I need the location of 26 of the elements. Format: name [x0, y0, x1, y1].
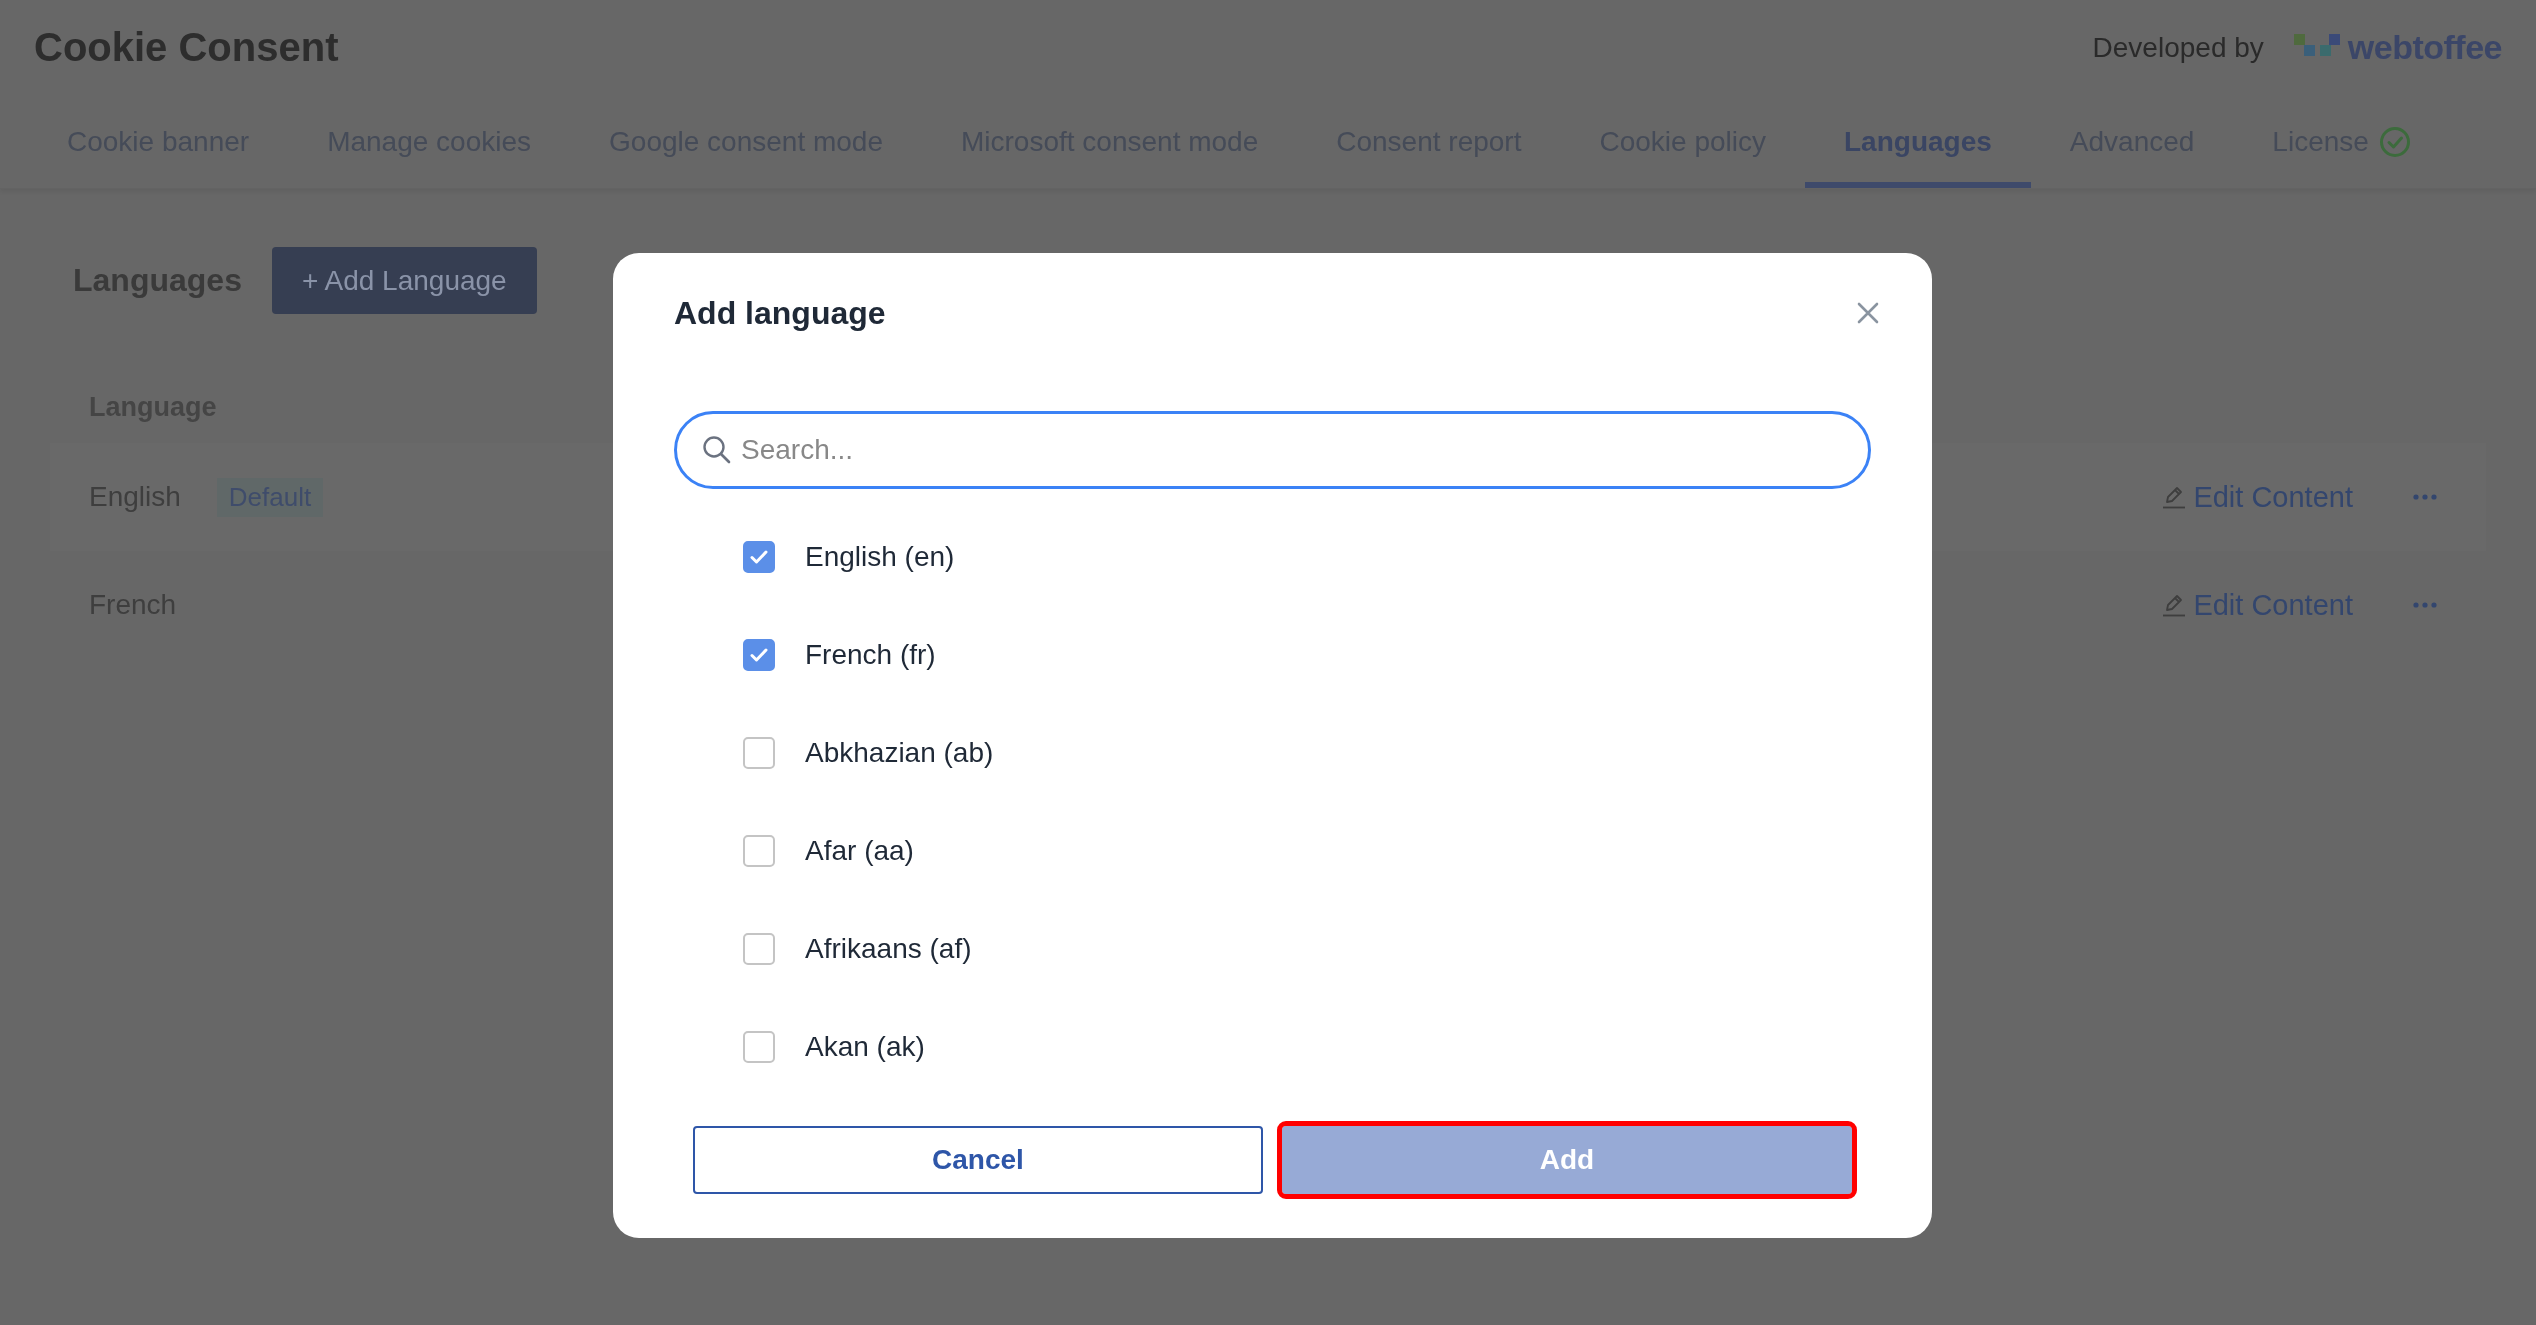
- checkbox[interactable]: [743, 1031, 775, 1063]
- app-title: Cookie Consent: [34, 25, 339, 70]
- dialog-title: Add language: [674, 294, 886, 332]
- cancel-button[interactable]: Cancel: [693, 1126, 1263, 1194]
- checkmark-icon: [749, 647, 769, 663]
- checkbox[interactable]: [743, 933, 775, 965]
- language-option-label: English (en): [805, 541, 955, 573]
- checkbox[interactable]: [743, 639, 775, 671]
- checkbox[interactable]: [743, 835, 775, 867]
- language-option-label: French (fr): [805, 639, 936, 671]
- checkbox[interactable]: [743, 737, 775, 769]
- more-options-icon[interactable]: [2413, 494, 2437, 500]
- close-icon[interactable]: [1857, 302, 1879, 324]
- pencil-icon: [2163, 593, 2186, 617]
- checkmark-icon: [749, 549, 769, 565]
- checkbox[interactable]: [743, 541, 775, 573]
- check-circle-icon: [2378, 125, 2411, 158]
- more-options-icon[interactable]: [2413, 602, 2437, 608]
- add-language-button[interactable]: + Add Language: [271, 247, 537, 314]
- language-option-label: Afrikaans (af): [805, 933, 972, 965]
- language-option-label: Abkhazian (ab): [805, 737, 994, 769]
- pencil-icon: [2163, 485, 2186, 509]
- language-option-label: Akan (ak): [805, 1031, 925, 1063]
- search-field[interactable]: Search...: [674, 411, 1871, 489]
- language-option-label: Afar (aa): [805, 835, 914, 867]
- developed-by-label: Developed by: [2092, 31, 2264, 64]
